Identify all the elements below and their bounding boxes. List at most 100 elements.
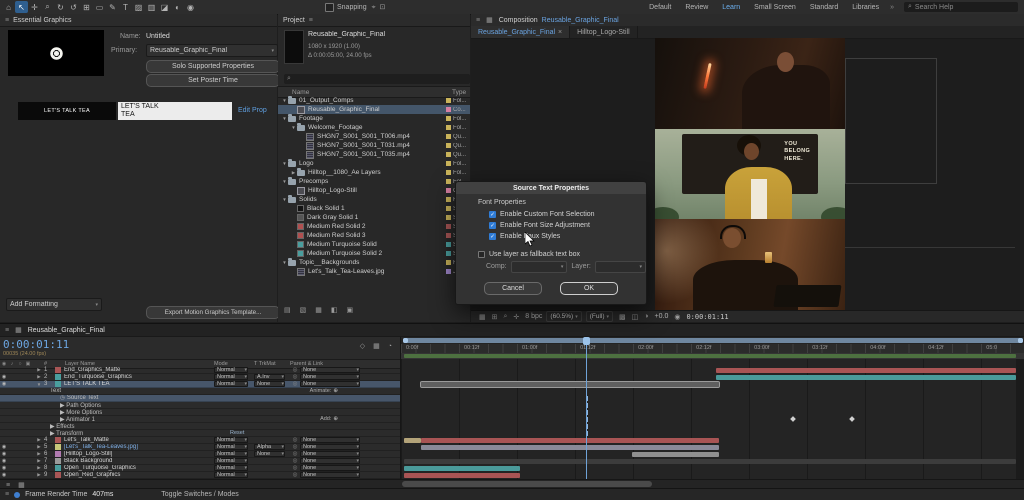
blend-mode-dropdown[interactable]: Normal ▾ [214,444,248,450]
add-formatting-dropdown[interactable]: Add Formatting ▾ [6,298,102,311]
project-row[interactable]: ▼SolidsFol... [278,194,470,204]
project-panel-header[interactable]: Project ≡ [278,14,470,27]
eye-icon[interactable]: ◉ [0,374,8,380]
mask-visibility-icon[interactable]: ◫ [630,313,641,321]
label-color-chip[interactable] [446,116,451,121]
comp-marker-bin-icon[interactable]: ◇ [358,342,367,350]
eye-icon[interactable]: ◉ [0,451,8,457]
parent-dropdown[interactable]: None ▾ [300,437,360,443]
parent-dropdown[interactable]: None ▾ [300,374,360,380]
trkmat-dropdown[interactable]: Alpha ▾ [254,444,285,450]
crosshair-icon[interactable]: ✛ [511,313,521,321]
type-tool-icon[interactable]: T [119,1,132,13]
snap-crosshair-icon[interactable]: ⌖ [370,4,378,11]
roto-brush-tool-icon[interactable]: ◐ [171,1,184,13]
label-color-chip[interactable] [446,179,451,184]
type-column-header[interactable]: Type [452,89,466,96]
playhead-line[interactable] [585,344,587,479]
parent-dropdown[interactable]: None ▾ [300,444,360,450]
expand-icon[interactable]: ▶ [34,437,44,443]
label-color-chip[interactable] [446,206,451,211]
tree-expand-icon[interactable]: ▼ [281,116,288,121]
label-color-chip[interactable] [446,197,451,202]
name-column-header[interactable]: Name [278,89,309,96]
timeline-layer-row[interactable]: ◉ ▶ 2 End_Turquoise_Graphics Normal ▾ A.Inv ▾ ◎ N… [0,374,400,381]
project-search-field[interactable]: ⌕ [284,74,470,84]
clone-stamp-tool-icon[interactable]: ▥ [145,1,158,13]
snapping-control[interactable]: Snapping ⌖ ⊡ [325,2,388,12]
expand-icon[interactable]: ▶ [34,367,44,373]
selected-item-name[interactable]: Reusable_Graphic_Final [308,31,466,38]
project-row[interactable]: ▼ Logo Fol... [278,158,470,168]
label-color-chip[interactable] [446,161,451,166]
layer-color-chip[interactable] [55,451,61,457]
shape-tool-icon[interactable]: ▭ [93,1,106,13]
export-motion-graphics-template-button[interactable]: Export Motion Graphics Template... [146,306,280,319]
snap-grid-icon[interactable]: ⊡ [378,4,388,11]
project-row[interactable]: Let's_Talk_Tea-Leaves.jpgJP... [278,267,470,276]
keyframe-diamond[interactable] [790,416,796,422]
stopwatch-icon[interactable]: ◷ [60,395,65,401]
color-depth-icon[interactable]: ◧ [329,306,340,314]
blend-mode-dropdown[interactable]: Normal ▾ [214,472,248,478]
panel-menu-icon[interactable]: ≡ [476,17,480,24]
checkbox[interactable]: ✓ [489,222,496,229]
pan-behind-tool-icon[interactable]: ⊞ [80,1,93,13]
dialog-title-bar[interactable]: Source Text Properties [456,182,646,194]
eye-icon[interactable]: ◉ [0,444,8,450]
tree-expand-icon[interactable]: ▼ [281,197,288,202]
reset-link[interactable]: Reset [230,430,244,436]
tree-expand-icon[interactable]: ▼ [281,179,288,184]
layer-color-chip[interactable] [55,374,61,380]
rotation-tool-icon[interactable]: ↺ [67,1,80,13]
bit-depth-button[interactable]: 8 bpc [525,313,542,320]
text-property-preview[interactable]: LET'S TALK TEA [18,102,116,120]
keyframe-diamond[interactable] [849,416,856,422]
add-property-icon[interactable]: ⊕ [333,388,338,394]
add-property-icon[interactable]: ⊕ [333,416,338,422]
expand-icon[interactable]: ▶ [34,472,44,478]
label-color-chip[interactable] [446,233,451,238]
project-row[interactable]: Hilltop_Logo-StillCo... [278,186,470,195]
zoom-tool-icon[interactable]: ⌕ [41,1,54,13]
selection-tool-icon[interactable]: ↖ [15,1,28,13]
magnification-dropdown[interactable]: (60.5%) ▾ [546,311,582,322]
pickwhip-icon[interactable]: ◎ [290,374,300,380]
label-color-chip[interactable] [446,251,451,256]
pen-tool-icon[interactable]: ✎ [106,1,119,13]
project-row[interactable]: ▼ Welcome_Footage Fol... [278,122,470,132]
project-row[interactable]: Reusable_Graphic_Final Co... [278,105,470,114]
panel-menu-icon[interactable]: ≡ [309,17,313,24]
pickwhip-icon[interactable]: ◎ [290,444,300,450]
expand-icon[interactable]: ▶ [34,374,44,380]
workspace-tab-default[interactable]: Default [642,4,678,11]
snapshot-icon[interactable]: ◉ [672,313,682,321]
timeline-layer-row[interactable]: ◉ ▶ 9 Open_Red_Graphics Normal ▾ ◎ None ▾ [0,472,400,479]
parent-dropdown[interactable]: None ▾ [300,472,360,478]
layer-duration-bar[interactable] [404,438,421,443]
close-icon[interactable]: × [558,29,562,36]
essential-graphics-header[interactable]: ≡ Essential Graphics [0,14,277,27]
hand-tool-icon[interactable]: ✛ [28,1,41,13]
timeline-property-row[interactable]: Text Animate: ⊕ [0,388,400,395]
blend-mode-dropdown[interactable]: Normal ▾ [214,437,248,443]
expand-icon[interactable]: ▶ [34,458,44,464]
delete-icon[interactable]: ▣ [345,306,356,314]
project-row[interactable]: ▼Topic__BackgroundsFol... [278,257,470,267]
layer-color-chip[interactable] [55,472,61,478]
timeline-property-row[interactable]: ▶ Transform Reset [0,430,400,437]
timeline-timecode[interactable]: 0:00:01:11 [3,338,69,351]
blend-mode-dropdown[interactable]: Normal ▾ [214,367,248,373]
project-row[interactable]: Medium Turquoise SolidSo... [278,240,470,249]
project-row[interactable]: ▼ 01_Output_Comps Fol... [278,96,470,105]
motion-blur-icon[interactable]: ◔ [386,342,394,350]
playhead-handle[interactable] [582,337,590,345]
blend-mode-dropdown[interactable]: Normal ▾ [214,458,248,464]
panel-menu-icon[interactable]: ≡ [5,17,9,24]
layer-color-chip[interactable] [55,458,61,464]
eye-icon[interactable]: ◉ [0,465,8,471]
layer-duration-bar[interactable] [404,466,520,471]
pickwhip-icon[interactable]: ◎ [290,458,300,464]
checkbox[interactable]: ✓ [489,211,496,218]
panel-menu-icon[interactable]: ≡ [5,327,9,334]
